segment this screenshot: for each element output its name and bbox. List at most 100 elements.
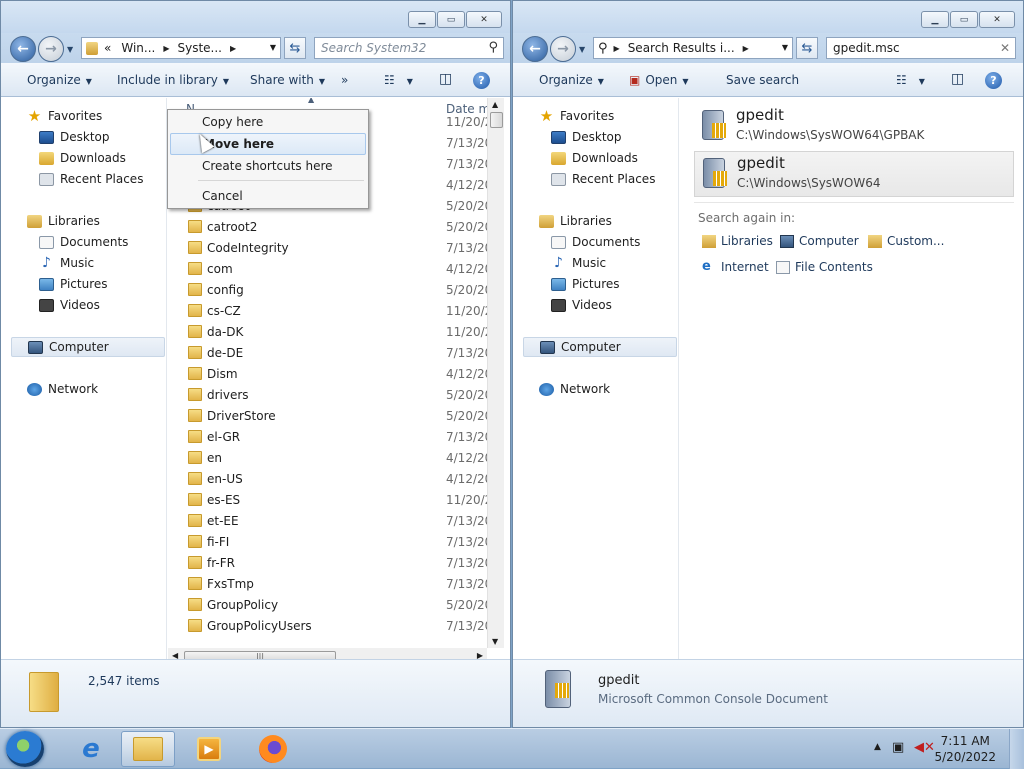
search-input[interactable]: Search System32 ⚲ — [314, 37, 504, 59]
open-button[interactable]: ▣ Open ▼ — [629, 73, 689, 87]
close-button[interactable]: ✕ — [466, 11, 502, 28]
taskbar-explorer[interactable] — [121, 731, 175, 767]
scroll-up-icon[interactable]: ▲ — [492, 100, 498, 109]
search-file-contents-link[interactable]: File Contents — [776, 260, 873, 274]
cancel-item[interactable]: Cancel — [170, 185, 366, 207]
scroll-down-icon[interactable]: ▼ — [492, 637, 498, 646]
crumb-separator-icon[interactable]: ▶ — [230, 44, 236, 53]
include-in-library-button[interactable]: Include in library ▼ — [117, 73, 229, 87]
file-row[interactable]: CodeIntegrity 7/13/200 — [168, 237, 500, 258]
search-internet-link[interactable]: e Internet — [702, 260, 769, 275]
taskbar-media-player[interactable]: ▶ — [182, 731, 236, 767]
search-libraries-link[interactable]: Libraries — [702, 234, 773, 248]
clear-search-icon[interactable]: ✕ — [1000, 41, 1010, 55]
nav-computer[interactable]: Computer — [523, 337, 677, 357]
views-button[interactable]: ☷ ▼ — [896, 73, 925, 87]
file-row[interactable]: FxsTmp 7/13/200 — [168, 573, 500, 594]
help-icon[interactable]: ? — [985, 72, 1002, 89]
nav-desktop[interactable]: Desktop — [551, 127, 715, 147]
organize-button[interactable]: Organize ▼ — [539, 73, 604, 87]
file-row[interactable]: fr-FR 7/13/200 — [168, 552, 500, 573]
network-status-icon[interactable]: ▣ — [892, 740, 904, 755]
file-row[interactable]: DriverStore 5/20/20 — [168, 405, 498, 426]
search-result-item[interactable]: gpedit C:\Windows\SysWOW64\GPBAK — [694, 104, 1014, 150]
file-row[interactable]: com 4/12/201 — [168, 258, 500, 279]
nav-pictures[interactable]: Pictures — [551, 274, 715, 294]
more-commands-button[interactable]: » — [341, 73, 348, 87]
search-input[interactable]: gpedit.msc ✕ — [826, 37, 1016, 59]
preview-pane-button[interactable]: ◫ — [439, 71, 452, 87]
search-computer-link[interactable]: Computer — [780, 234, 859, 248]
file-row[interactable]: et-EE 7/13/200 — [168, 510, 500, 531]
file-row[interactable]: Dism 4/12/201 — [168, 363, 500, 384]
file-row[interactable]: en-US 4/12/201 — [168, 468, 500, 489]
taskbar-firefox[interactable] — [246, 731, 300, 767]
crumb-separator-icon[interactable]: ▶ — [743, 44, 749, 53]
crumb-separator-icon[interactable]: ▶ — [163, 44, 169, 53]
file-row[interactable]: drivers 5/20/20 — [168, 384, 498, 405]
address-crumb-system[interactable]: Syste... — [177, 41, 222, 55]
show-hidden-icons-icon[interactable]: ▲ — [874, 742, 881, 752]
share-with-button[interactable]: Share with ▼ — [250, 73, 325, 87]
save-search-button[interactable]: Save search — [726, 73, 799, 87]
back-button[interactable]: ← — [522, 36, 548, 62]
right-title-bar[interactable]: ▁ ▭ ✕ — [513, 1, 1023, 33]
copy-here-item[interactable]: Copy here — [170, 111, 366, 133]
address-crumb-search-results[interactable]: Search Results i... — [628, 41, 735, 55]
file-row[interactable]: catroot2 5/20/20 — [168, 216, 498, 237]
maximize-button[interactable]: ▭ — [950, 11, 978, 28]
magnifier-icon[interactable]: ⚲ — [488, 40, 498, 55]
file-row[interactable]: en 4/12/201 — [168, 447, 500, 468]
vertical-scrollbar[interactable]: ▲ ▼ — [487, 98, 504, 648]
address-bar[interactable]: ⚲ ▶ Search Results i... ▶ ▼ — [593, 37, 793, 59]
nav-recent-places[interactable]: Recent Places — [551, 169, 715, 189]
file-row[interactable]: fi-FI 7/13/200 — [168, 531, 500, 552]
maximize-button[interactable]: ▭ — [437, 11, 465, 28]
clock[interactable]: 7:11 AM 5/20/2022 — [934, 733, 996, 765]
nav-libraries[interactable]: Libraries — [539, 211, 703, 231]
file-row[interactable]: es-ES 11/20/20 — [168, 489, 500, 510]
file-row[interactable]: el-GR 7/13/200 — [168, 426, 500, 447]
file-row[interactable]: GroupPolicyUsers 7/13/200 — [168, 615, 500, 636]
search-custom-link[interactable]: Custom... — [868, 234, 944, 248]
nav-libraries[interactable]: Libraries — [27, 211, 191, 231]
file-row[interactable]: da-DK 11/20/20 — [168, 321, 500, 342]
forward-button[interactable]: → — [38, 36, 64, 62]
vertical-scroll-thumb[interactable] — [490, 112, 503, 128]
minimize-button[interactable]: ▁ — [408, 11, 436, 28]
crumb-separator-icon[interactable]: ▶ — [614, 44, 620, 53]
create-shortcuts-item[interactable]: Create shortcuts here — [170, 155, 366, 177]
taskbar-internet-explorer[interactable]: e — [64, 731, 118, 767]
organize-button[interactable]: Organize ▼ — [27, 73, 92, 87]
help-icon[interactable]: ? — [473, 72, 490, 89]
file-row[interactable]: de-DE 7/13/200 — [168, 342, 500, 363]
preview-pane-button[interactable]: ◫ — [951, 71, 964, 87]
file-row[interactable]: cs-CZ 11/20/20 — [168, 300, 500, 321]
address-dropdown-icon[interactable]: ▼ — [270, 43, 276, 52]
recent-pages-dropdown[interactable]: ▼ — [67, 45, 73, 54]
refresh-button[interactable]: ⇆ — [284, 37, 306, 59]
nav-documents[interactable]: Documents — [551, 232, 715, 252]
nav-computer[interactable]: Computer — [11, 337, 165, 357]
nav-music[interactable]: ♪ Music — [551, 253, 715, 273]
show-desktop-button[interactable] — [1009, 729, 1024, 769]
views-button[interactable]: ☷ ▼ — [384, 73, 413, 87]
address-dropdown-icon[interactable]: ▼ — [782, 43, 788, 52]
nav-network[interactable]: Network — [539, 379, 703, 399]
nav-downloads[interactable]: Downloads — [551, 148, 715, 168]
file-row[interactable]: config 5/20/20 — [168, 279, 498, 300]
nav-favorites[interactable]: ★ Favorites — [539, 106, 703, 126]
minimize-button[interactable]: ▁ — [921, 11, 949, 28]
address-bar[interactable]: « Win... ▶ Syste... ▶ ▼ — [81, 37, 281, 59]
recent-pages-dropdown[interactable]: ▼ — [579, 45, 585, 54]
search-result-item-selected[interactable]: gpedit C:\Windows\SysWOW64 — [694, 151, 1014, 197]
windows-start-icon[interactable] — [6, 731, 44, 767]
address-crumb-windows[interactable]: Win... — [121, 41, 155, 55]
forward-button[interactable]: → — [550, 36, 576, 62]
nav-videos[interactable]: Videos — [551, 295, 715, 315]
file-row[interactable]: GroupPolicy 5/20/20 — [168, 594, 498, 615]
back-button[interactable]: ← — [10, 36, 36, 62]
refresh-button[interactable]: ⇆ — [796, 37, 818, 59]
nav-network[interactable]: Network — [27, 379, 191, 399]
left-title-bar[interactable]: ▁ ▭ ✕ — [1, 1, 510, 33]
